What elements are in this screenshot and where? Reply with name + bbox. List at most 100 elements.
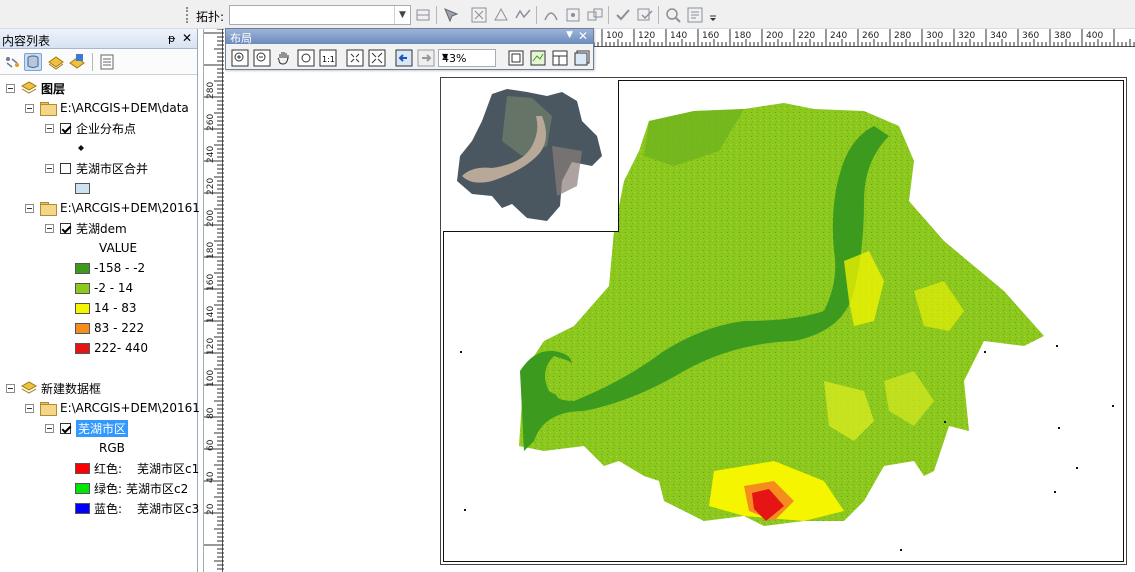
close-icon[interactable]: ✕ <box>578 29 588 43</box>
collapse-icon[interactable] <box>6 383 15 393</box>
layer-name: 企业分布点 <box>76 121 137 136</box>
topology-properties-icon[interactable] <box>686 6 704 24</box>
chevron-down-icon[interactable]: ▼ <box>566 30 573 40</box>
toc-titlebar: 内容列表 ᵽ ✕ <box>0 29 197 49</box>
modify-edge-icon[interactable] <box>564 6 582 24</box>
collapse-icon[interactable] <box>45 163 54 173</box>
layer-row[interactable]: 芜湖市区 <box>45 419 129 437</box>
list-by-source-icon[interactable] <box>24 53 42 71</box>
close-icon[interactable]: ✕ <box>182 31 192 45</box>
vertical-ruler-ticks <box>204 29 224 570</box>
topology-select[interactable]: ▼ <box>229 5 411 25</box>
layer-row[interactable]: 企业分布点 <box>45 119 136 137</box>
class-swatch <box>75 322 90 334</box>
reshape-edge-icon[interactable] <box>542 6 560 24</box>
class-swatch <box>75 282 90 294</box>
change-layout-icon[interactable] <box>551 49 569 67</box>
toggle-draft-mode-icon[interactable] <box>507 49 525 67</box>
fix-topology-error-icon[interactable] <box>470 6 488 24</box>
focus-data-frame-icon[interactable] <box>529 49 547 67</box>
folder-icon <box>40 402 57 416</box>
band-swatch <box>75 502 90 514</box>
layer-checkbox[interactable] <box>60 162 71 174</box>
go-forward-extent-icon[interactable] <box>417 49 435 67</box>
legend-class: -158 - -2 <box>75 259 145 277</box>
horizontal-ruler: 100 120 140 160 180 200 220 240 260 280 … <box>594 29 1135 47</box>
align-edge-icon[interactable] <box>492 6 510 24</box>
fixed-zoom-out-icon[interactable] <box>368 49 386 67</box>
legend-class: 222- 440 <box>75 339 148 357</box>
layers-icon <box>21 381 37 394</box>
layer-name-selected[interactable]: 芜湖市区 <box>76 419 129 437</box>
collapse-icon[interactable] <box>45 223 54 233</box>
validate-topology-icon[interactable] <box>614 6 632 24</box>
legend-class: -2 - 14 <box>75 279 133 297</box>
collapse-icon[interactable] <box>25 403 34 413</box>
topology-edit-tool-icon[interactable] <box>442 6 460 24</box>
layer-checkbox[interactable] <box>60 222 71 234</box>
data-driven-pages-icon[interactable] <box>573 49 591 67</box>
legend-point-symbol <box>77 139 85 157</box>
layout-toolbar-titlebar[interactable]: 布局 ▼ ✕ <box>226 29 593 45</box>
polygon-swatch <box>75 182 90 194</box>
data-frame-layers[interactable]: 图层 <box>6 79 65 97</box>
zoom-out-icon[interactable] <box>253 49 271 67</box>
generalize-edge-icon[interactable] <box>514 6 532 24</box>
map-topology-icon[interactable] <box>414 6 432 24</box>
horizontal-ruler-ticks <box>594 29 1135 47</box>
data-frame-name: 图层 <box>41 81 66 96</box>
list-by-drawing-order-icon[interactable] <box>3 53 21 71</box>
group-row[interactable]: E:\ARCGIS+DEM\data <box>25 99 189 117</box>
band-swatch <box>75 482 90 494</box>
class-swatch <box>75 302 90 314</box>
data-frame-new[interactable]: 新建数据框 <box>6 379 101 397</box>
group-row[interactable]: E:\ARCGIS+DEM\20161 <box>25 399 200 417</box>
layer-name: 芜湖市区合并 <box>76 161 149 176</box>
zoom-in-icon[interactable] <box>231 49 249 67</box>
collapse-icon[interactable] <box>45 123 54 133</box>
collapse-icon[interactable] <box>25 203 34 213</box>
pin-icon[interactable]: ᵽ <box>168 32 175 45</box>
collapse-icon[interactable] <box>25 103 34 113</box>
list-by-selection-icon[interactable] <box>68 53 86 71</box>
folder-icon <box>40 202 57 216</box>
group-row[interactable]: E:\ARCGIS+DEM\20161 <box>25 199 200 217</box>
zoom-100-percent-icon[interactable]: 1:1 <box>319 49 337 67</box>
pan-hand-icon[interactable] <box>275 49 293 67</box>
chevron-down-icon[interactable]: ▼ <box>394 6 410 24</box>
group-path: E:\ARCGIS+DEM\20161 <box>60 201 200 215</box>
group-path: E:\ARCGIS+DEM\data <box>60 101 189 115</box>
topology-label: 拓扑: <box>196 10 225 24</box>
layer-row[interactable]: 芜湖dem <box>45 219 127 237</box>
layer-checkbox[interactable] <box>60 422 71 434</box>
layer-checkbox[interactable] <box>60 122 71 134</box>
layer-row[interactable]: 芜湖市区合并 <box>45 159 148 177</box>
zoom-whole-page-icon[interactable] <box>297 49 315 67</box>
options-icon[interactable] <box>98 53 116 71</box>
table-of-contents-panel: 内容列表 ᵽ ✕ 图层 E:\ARCGIS+DEM\data 企业分布点 芜湖市… <box>0 29 200 572</box>
go-back-extent-icon[interactable] <box>395 49 413 67</box>
folder-icon <box>40 102 57 116</box>
legend-polygon-symbol <box>75 179 94 197</box>
fixed-zoom-in-icon[interactable] <box>346 49 364 67</box>
rgb-band-row: 红色: 芜湖市区c1 <box>75 459 199 477</box>
toolbar-overflow-icon[interactable] <box>708 6 718 24</box>
chevron-down-icon[interactable]: ▼ <box>442 52 493 61</box>
band-swatch <box>75 462 90 474</box>
error-inspector-icon[interactable] <box>664 6 682 24</box>
svg-text:1:1: 1:1 <box>322 55 335 64</box>
rgb-overview-map[interactable] <box>452 86 607 224</box>
legend-title: RGB <box>99 441 125 455</box>
layer-tree: 图层 E:\ARCGIS+DEM\data 企业分布点 芜湖市区合并 E:\AR… <box>0 77 200 572</box>
collapse-icon[interactable] <box>45 423 54 433</box>
list-by-visibility-icon[interactable] <box>47 53 65 71</box>
validate-extent-icon[interactable] <box>636 6 654 24</box>
show-shared-features-icon[interactable] <box>586 6 604 24</box>
class-swatch <box>75 342 90 354</box>
class-swatch <box>75 262 90 274</box>
zoom-level-select[interactable]: 43% ▼ <box>438 49 496 67</box>
toolbar-grip[interactable] <box>186 7 189 23</box>
collapse-icon[interactable] <box>6 83 15 93</box>
point-symbol-icon <box>78 145 84 151</box>
toc-title: 内容列表 <box>2 34 51 48</box>
